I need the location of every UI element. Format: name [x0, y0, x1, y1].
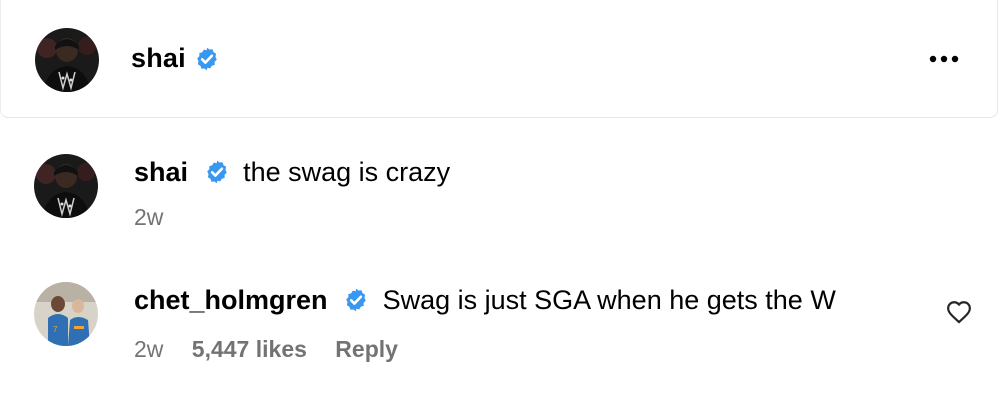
likes-count-link[interactable]: 5,447 likes	[192, 336, 307, 362]
verified-badge-icon	[346, 288, 366, 312]
svg-text:7: 7	[53, 325, 58, 334]
like-comment-button[interactable]	[946, 300, 972, 324]
comment-text: Swag is just SGA when he gets the W	[382, 285, 836, 315]
comment-line: chet_holmgren Swag is just SGA when he g…	[134, 284, 836, 316]
commenter-avatar[interactable]: 7	[34, 282, 98, 346]
comment-username[interactable]: chet_holmgren	[134, 285, 328, 315]
heart-icon	[947, 301, 971, 324]
post-frame: shai shai the swag is crazy 2w 7 chet_ho…	[0, 0, 1000, 408]
comment-item: 7 chet_holmgren Swag is just SGA when he…	[0, 0, 1000, 408]
reply-button[interactable]: Reply	[335, 336, 398, 362]
comment-timestamp[interactable]: 2w	[134, 336, 163, 362]
comment-meta: 2w 5,447 likes Reply	[134, 335, 420, 363]
